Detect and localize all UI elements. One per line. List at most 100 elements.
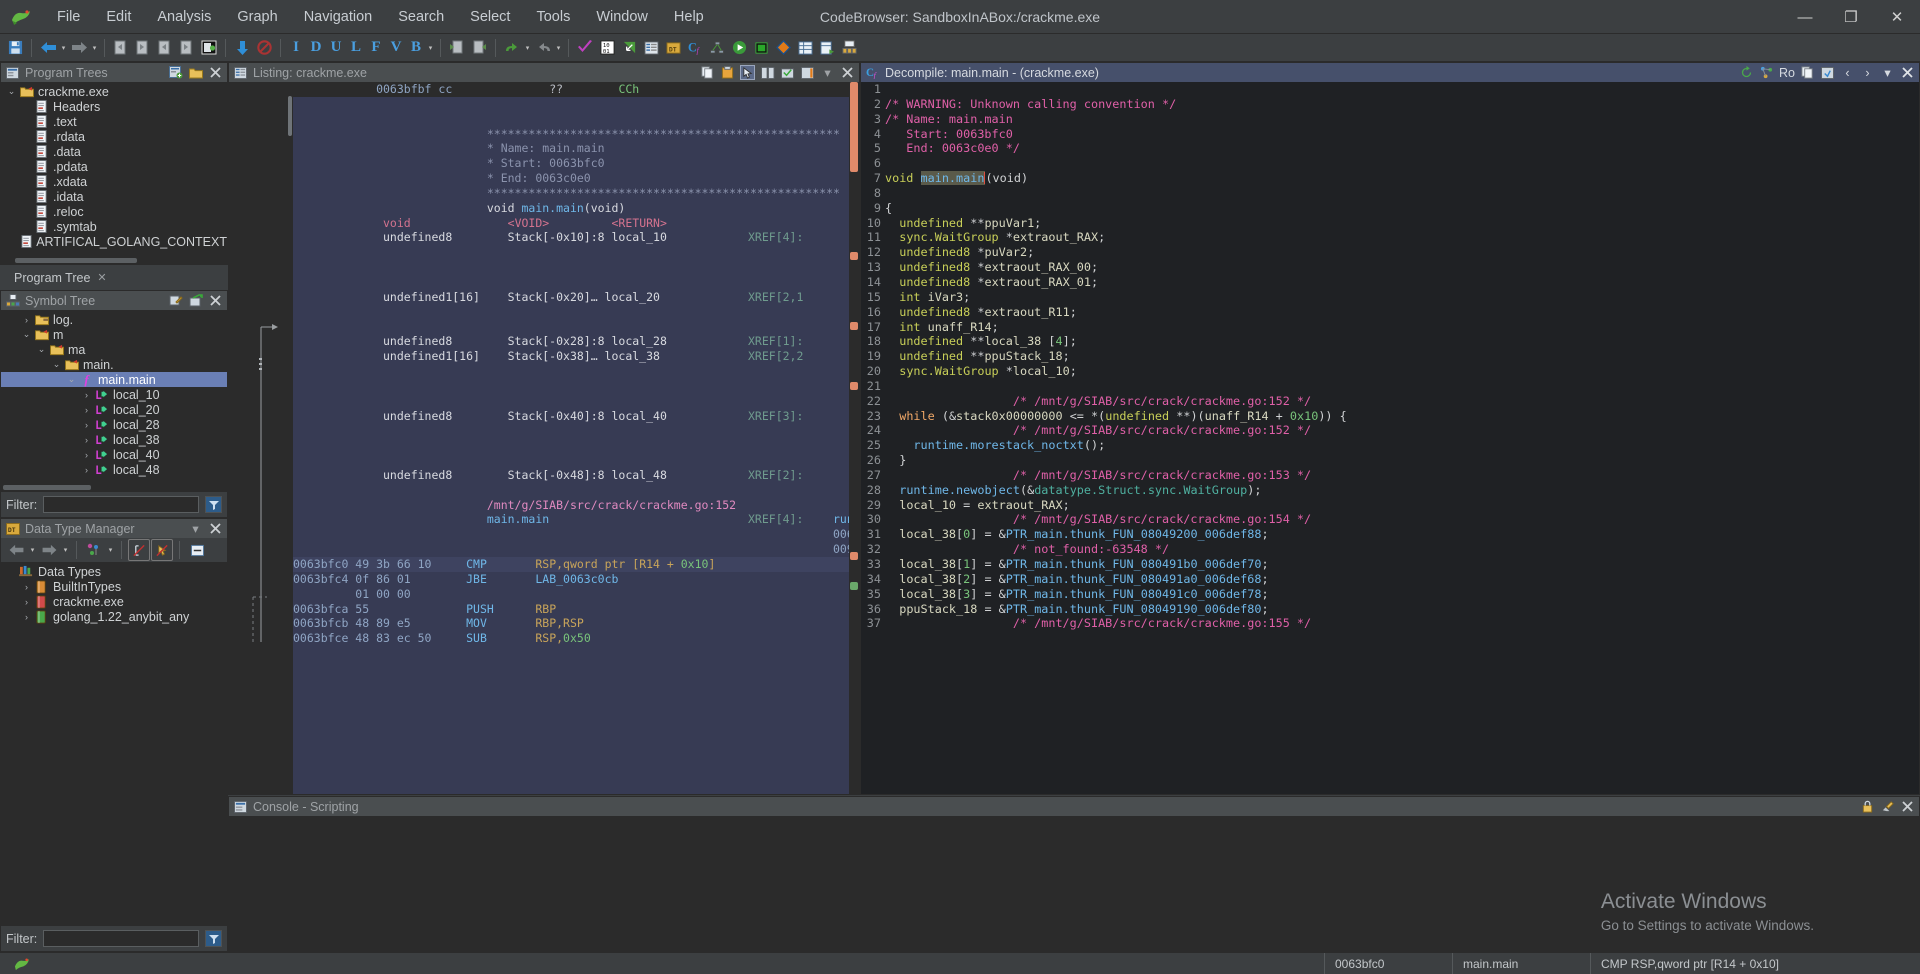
decomp-menu-icon[interactable]: ▾ [1880,65,1895,80]
dtm-menu-icon[interactable]: ▾ [188,521,203,536]
decompiler-line[interactable]: { [885,201,1919,216]
program-tree-item[interactable]: .symtab [1,219,227,234]
decompiler-line[interactable]: /* not_found:-63548 */ [885,542,1919,557]
back-dropdown-icon[interactable]: ▾ [59,44,68,52]
redo-dropdown-icon[interactable]: ▾ [554,44,563,52]
decompiler-line[interactable]: ppuStack_18 = &PTR_main.thunk_FUN_080491… [885,602,1919,617]
symbol-tree-filter-options-icon[interactable] [205,496,222,513]
listing-row[interactable] [293,97,849,112]
toolbar-letter-i[interactable]: I [286,39,306,56]
listing-row[interactable] [293,379,849,394]
minimize-button[interactable]: — [1782,0,1828,34]
program-tree-item[interactable]: .data [1,144,227,159]
program-tree-item[interactable]: .reloc [1,204,227,219]
listing-code[interactable]: 0063bfbf cc ?? CCh *********************… [293,82,849,794]
rename-symbol-icon[interactable] [168,293,183,308]
copy-decomp-icon[interactable] [1800,65,1815,80]
previous-function-icon[interactable] [110,37,132,59]
listing-row[interactable]: /mnt/g/SIAB/src/crack/crackme.go:152 [293,498,849,513]
menu-edit[interactable]: Edit [93,4,144,30]
open-tree-icon[interactable] [188,65,203,80]
no-entry-icon[interactable] [253,37,275,59]
copy-icon[interactable] [700,65,715,80]
listing-row[interactable]: ****************************************… [293,127,849,142]
decompiler-line[interactable]: End: 0063c0e0 */ [885,141,1919,156]
listing-row[interactable]: undefined8 Stack[-0x40]:8 local_40 XREF[3… [293,409,849,424]
dtm-no-array-icon[interactable] [128,539,150,561]
listing-row[interactable] [293,112,849,127]
listing-row[interactable]: * End: 0063c0e0 [293,171,849,186]
listing-row[interactable]: 01 00 00 [293,587,849,602]
toolbar-letter-l[interactable]: L [346,39,366,56]
toolbar-letter-d[interactable]: D [306,39,326,56]
diff-view-icon[interactable] [760,65,775,80]
function-graph-icon[interactable] [706,37,728,59]
decompiler-line[interactable]: /* /mnt/g/SIAB/src/crack/crackme.go:153 … [885,468,1919,483]
chevron-down-icon[interactable]: ⌄ [20,329,33,340]
listing-row[interactable]: main.main XREF[4]: runt [293,512,849,527]
dtm-forward-icon[interactable] [38,539,60,561]
snapshot-icon[interactable] [198,37,220,59]
select-flow-to-icon[interactable] [468,37,490,59]
listing-row[interactable]: undefined8 Stack[-0x10]:8 local_10 XREF[4… [293,230,849,245]
decomp-next-icon[interactable]: › [1860,65,1875,80]
symbol-tree-item[interactable]: › Llocal_28 [1,417,227,432]
symbol-tree-item[interactable]: ⌄ f main.main [1,372,227,387]
decompiler-line[interactable]: /* WARNING: Unknown calling convention *… [885,97,1919,112]
decompiler-line[interactable]: runtime.morestack_noctxt(); [885,438,1919,453]
chevron-down-icon[interactable]: ⌄ [65,374,78,385]
program-tree-item[interactable]: .pdata [1,159,227,174]
decompiler-line[interactable]: undefined8 *extraout_R11; [885,305,1919,320]
run-icon[interactable] [728,37,750,59]
listing-row[interactable] [293,245,849,260]
decompiler-line[interactable]: undefined **ppuStack_18; [885,349,1919,364]
close-button[interactable]: ✕ [1874,0,1920,34]
chevron-right-icon[interactable]: › [80,390,93,400]
decompiler-line[interactable]: local_38[2] = &PTR_main.thunk_FUN_080491… [885,572,1919,587]
symbol-tree-filter-input[interactable] [43,496,199,513]
listing-row[interactable]: * Start: 0063bfc0 [293,156,849,171]
listing-row[interactable] [293,394,849,409]
cursor-select-icon[interactable] [740,65,755,80]
select-flow-from-icon[interactable] [446,37,468,59]
menu-file[interactable]: File [44,4,93,30]
chevron-down-icon[interactable]: ⌄ [35,344,48,355]
symbol-tree-item[interactable]: › Llocal_38 [1,432,227,447]
decompiler-line[interactable]: undefined **local_38 [4]; [885,334,1919,349]
decompiler-line[interactable] [885,156,1919,171]
decompiler-line[interactable]: int unaff_R14; [885,320,1919,335]
decompiler-line[interactable]: undefined8 *extraout_RAX_00; [885,260,1919,275]
decompiler-line[interactable]: Start: 0063bfc0 [885,127,1919,142]
dtm-filter-dropdown-icon[interactable]: ▾ [106,546,115,554]
listing-row[interactable]: undefined8 Stack[-0x28]:8 local_28 XREF[1… [293,334,849,349]
listing-row[interactable]: 0063bfcb 48 89 e5 MOV RBP,RSP [293,616,849,631]
close-symbol-tree-icon[interactable] [208,293,223,308]
dtm-back-dropdown-icon[interactable]: ▾ [28,546,37,554]
forward-dropdown-icon[interactable]: ▾ [90,44,99,52]
console-lock-icon[interactable] [1860,799,1875,814]
listing-row[interactable] [293,438,849,453]
memory-map-icon[interactable] [750,37,772,59]
paste-icon[interactable] [720,65,735,80]
listing-row[interactable]: ****************************************… [293,186,849,201]
listing-row[interactable] [293,453,849,468]
dtm-collapse-icon[interactable] [186,539,208,561]
decompiler-code[interactable]: /* WARNING: Unknown calling convention *… [885,82,1919,794]
program-tree-item[interactable]: .text [1,114,227,129]
create-tree-icon[interactable] [168,65,183,80]
listing-row[interactable]: 0063bfbf cc ?? CCh [293,82,849,97]
symbol-tree-item[interactable]: ⌄ ma [1,342,227,357]
close-listing-icon[interactable] [840,65,855,80]
listing-row[interactable] [293,260,849,275]
listing-row[interactable] [293,364,849,379]
console-body[interactable]: Activate Windows Go to Settings to activ… [229,816,1919,951]
program-tree-item[interactable]: ⌄ crackme.exe [1,84,227,99]
undo-icon[interactable] [501,37,523,59]
close-decompiler-icon[interactable] [1900,65,1915,80]
decompiler-icon[interactable]: Cf [684,37,706,59]
program-tree-item[interactable]: .xdata [1,174,227,189]
dtm-filter-options-icon[interactable] [205,930,222,947]
undo-dropdown-icon[interactable]: ▾ [523,44,532,52]
data-type-item[interactable]: Data Types [1,564,227,579]
chevron-right-icon[interactable]: › [20,582,33,592]
